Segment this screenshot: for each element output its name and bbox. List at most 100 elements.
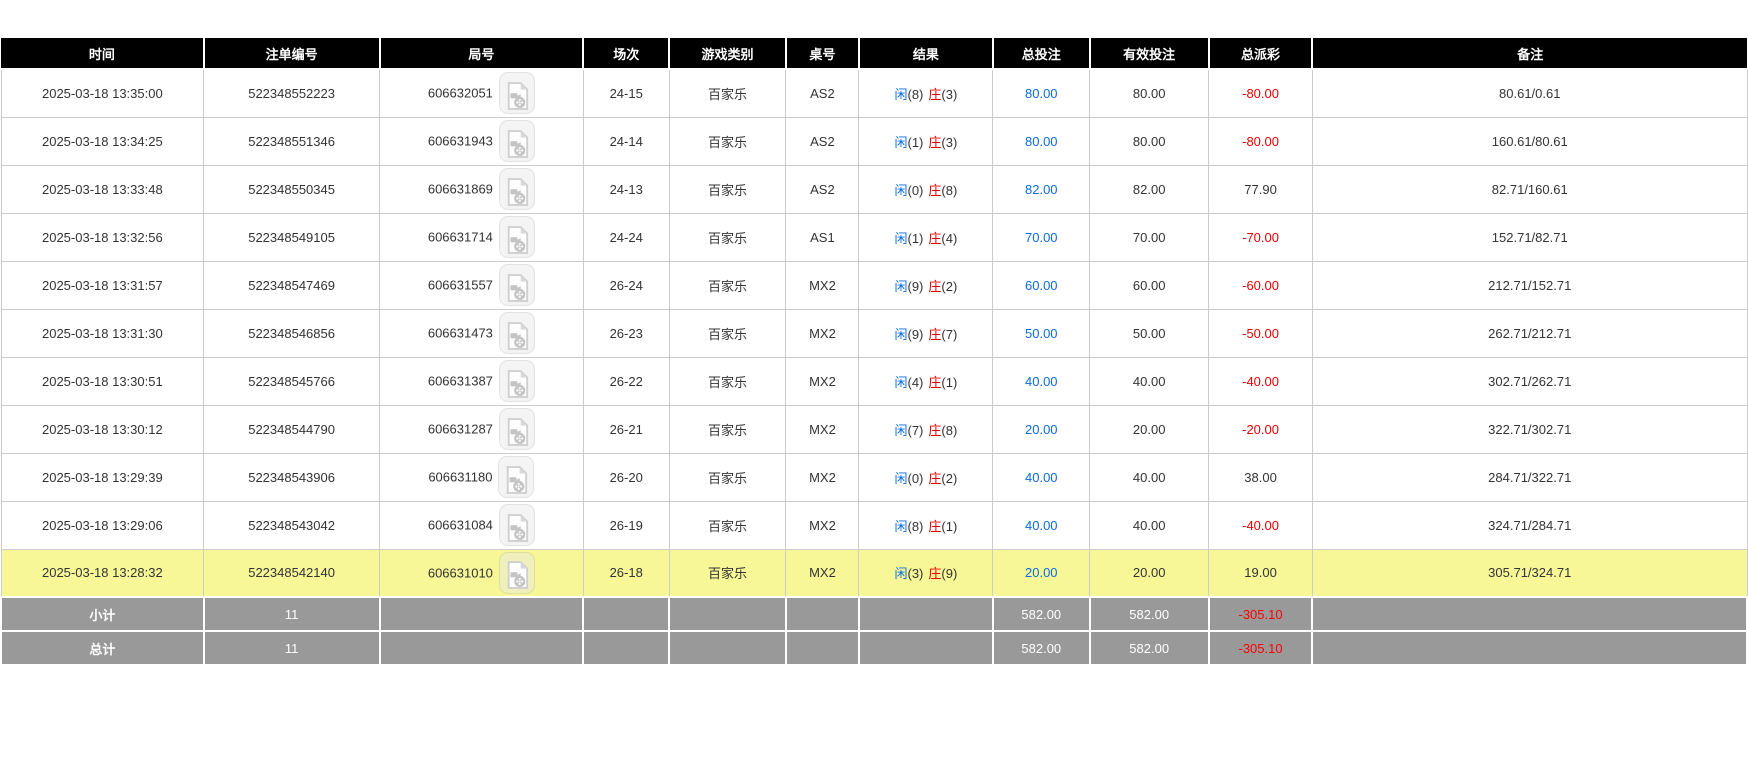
cell-game-type: 百家乐 xyxy=(668,548,787,598)
cell-valid-bet: 20.00 xyxy=(1089,404,1210,454)
cell-round: 606631869 xyxy=(379,164,584,214)
table-row: 2025-03-18 13:33:48 522348550345 6066318… xyxy=(0,164,1748,214)
summary-empty-table-id xyxy=(784,630,860,666)
table-row: 2025-03-18 13:31:30 522348546856 6066314… xyxy=(0,308,1748,358)
cell-result: 闲(8) 庄(3) xyxy=(858,68,994,118)
result-player-score: (4) xyxy=(907,374,924,390)
video-replay-button[interactable] xyxy=(498,504,535,546)
video-replay-button[interactable] xyxy=(498,264,535,306)
video-file-icon xyxy=(507,369,528,398)
video-replay-button[interactable] xyxy=(498,168,535,210)
cell-time: 2025-03-18 13:34:25 xyxy=(0,116,205,166)
round-number: 606631557 xyxy=(427,277,493,293)
cell-result: 闲(9) 庄(2) xyxy=(858,260,994,310)
cell-table-id: AS2 xyxy=(785,68,860,118)
result-player-label: 闲 xyxy=(894,86,908,102)
video-file-icon xyxy=(507,465,528,494)
cell-session: 24-15 xyxy=(582,68,670,118)
result-banker-score: (1) xyxy=(941,518,958,534)
cell-payout: -20.00 xyxy=(1208,404,1313,454)
cell-table-id: MX2 xyxy=(785,452,860,502)
result-player-score: (9) xyxy=(907,326,924,342)
video-replay-button[interactable] xyxy=(498,120,535,162)
video-replay-button[interactable] xyxy=(498,216,535,258)
cell-session: 24-24 xyxy=(582,212,670,262)
video-replay-button[interactable] xyxy=(498,72,535,115)
summary-row: 小计 11 582.00 582.00 -305.10 xyxy=(0,596,1748,632)
summary-label: 小计 xyxy=(0,596,205,632)
video-replay-button[interactable] xyxy=(498,551,535,594)
cell-game-type: 百家乐 xyxy=(668,116,787,166)
result-banker-score: (7) xyxy=(941,326,958,342)
summary-empty-round xyxy=(378,596,585,632)
result-player-score: (3) xyxy=(907,566,924,582)
round-number: 606631943 xyxy=(427,133,493,149)
result-player-score: (1) xyxy=(907,230,924,246)
cell-round: 606631084 xyxy=(379,500,584,550)
table-row: 2025-03-18 13:29:39 522348543906 6066311… xyxy=(0,452,1748,502)
video-file-icon xyxy=(507,513,528,542)
result-player-label: 闲 xyxy=(894,182,908,198)
col-header-valid-bet: 有效投注 xyxy=(1089,38,1210,70)
result-player-score: (0) xyxy=(907,182,924,198)
result-player-label: 闲 xyxy=(894,422,908,438)
table-row: 2025-03-18 13:32:56 522348549105 6066317… xyxy=(0,212,1748,262)
cell-table-id: MX2 xyxy=(785,308,860,358)
cell-time: 2025-03-18 13:31:30 xyxy=(0,308,205,358)
cell-time: 2025-03-18 13:28:32 xyxy=(0,548,205,598)
video-replay-button[interactable] xyxy=(498,456,535,498)
summary-row: 总计 11 582.00 582.00 -305.10 xyxy=(0,630,1748,666)
result-banker-label: 庄 xyxy=(928,470,942,486)
cell-payout: 77.90 xyxy=(1208,164,1313,214)
result-banker-label: 庄 xyxy=(928,566,942,582)
result-player-label: 闲 xyxy=(894,470,908,486)
cell-time: 2025-03-18 13:29:39 xyxy=(0,452,205,502)
cell-round: 606631473 xyxy=(379,308,584,358)
summary-empty-game-type xyxy=(668,630,787,666)
result-banker-label: 庄 xyxy=(928,278,942,294)
cell-total-bet: 60.00 xyxy=(992,260,1091,310)
result-player-label: 闲 xyxy=(894,326,908,342)
cell-time: 2025-03-18 13:32:56 xyxy=(0,212,205,262)
cell-table-id: AS2 xyxy=(785,164,860,214)
cell-time: 2025-03-18 13:30:12 xyxy=(0,404,205,454)
table-row: 2025-03-18 13:31:57 522348547469 6066315… xyxy=(0,260,1748,310)
summary-payout: -305.10 xyxy=(1207,630,1314,666)
cell-bet-id: 522348547469 xyxy=(203,260,381,310)
table-row: 2025-03-18 13:29:06 522348543042 6066310… xyxy=(0,500,1748,550)
cell-payout: -40.00 xyxy=(1208,356,1313,406)
cell-table-id: MX2 xyxy=(785,548,860,598)
video-replay-button[interactable] xyxy=(498,312,535,354)
result-player-label: 闲 xyxy=(894,278,908,294)
video-replay-button[interactable] xyxy=(498,408,535,450)
summary-valid-bet: 582.00 xyxy=(1088,630,1210,666)
cell-payout: -80.00 xyxy=(1208,68,1313,118)
result-player-score: (0) xyxy=(907,470,924,486)
cell-result: 闲(4) 庄(1) xyxy=(858,356,994,406)
round-number: 606631714 xyxy=(427,229,493,245)
cell-total-bet: 50.00 xyxy=(992,308,1091,358)
cell-game-type: 百家乐 xyxy=(668,500,787,550)
cell-valid-bet: 80.00 xyxy=(1089,116,1210,166)
summary-total-bet: 582.00 xyxy=(991,630,1091,666)
cell-valid-bet: 40.00 xyxy=(1089,452,1210,502)
table-row: 2025-03-18 13:34:25 522348551346 6066319… xyxy=(0,116,1748,166)
cell-payout: -60.00 xyxy=(1208,260,1313,310)
col-header-payout: 总派彩 xyxy=(1208,38,1314,70)
cell-bet-id: 522348542140 xyxy=(203,548,381,598)
result-player-label: 闲 xyxy=(894,566,908,582)
cell-game-type: 百家乐 xyxy=(668,68,787,118)
header-row: 时间 注单编号 局号 场次 游戏类别 桌号 结果 总投注 有效投注 总派彩 备注 xyxy=(1,38,1747,70)
video-replay-button[interactable] xyxy=(498,360,535,402)
cell-session: 26-19 xyxy=(582,500,670,550)
cell-game-type: 百家乐 xyxy=(668,212,787,262)
cell-total-bet: 20.00 xyxy=(992,404,1091,454)
result-banker-score: (8) xyxy=(941,422,958,438)
cell-game-type: 百家乐 xyxy=(668,356,787,406)
video-file-icon xyxy=(507,225,528,254)
cell-session: 26-18 xyxy=(582,548,670,598)
video-file-icon xyxy=(507,129,528,158)
cell-remark: 152.71/82.71 xyxy=(1311,212,1748,262)
summary-count: 11 xyxy=(202,596,381,632)
summary-count: 11 xyxy=(202,630,381,666)
